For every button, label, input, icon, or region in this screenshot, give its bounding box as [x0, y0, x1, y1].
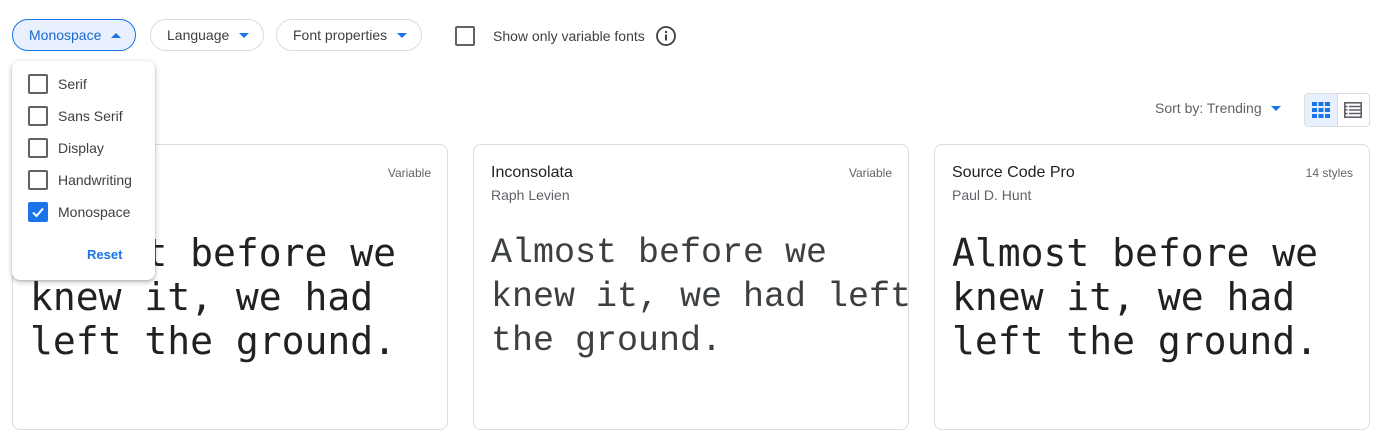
category-option-monospace[interactable]: Monospace — [28, 202, 130, 222]
language-filter-label: Language — [167, 27, 230, 43]
category-option-serif[interactable]: Serif — [28, 74, 87, 94]
chevron-down-icon — [239, 32, 250, 38]
font-author: Paul D. Hunt — [952, 187, 1032, 203]
font-card[interactable]: Inconsolata Raph Levien Variable Almost … — [473, 144, 909, 430]
category-filter-label: Monospace — [29, 27, 102, 43]
font-styles-tag: 14 styles — [1305, 166, 1353, 180]
sort-dropdown[interactable]: Sort by: Trending — [1155, 100, 1281, 116]
chevron-down-icon — [397, 32, 408, 38]
view-toggle — [1304, 93, 1370, 127]
option-label: Monospace — [58, 204, 131, 220]
font-properties-filter-label: Font properties — [293, 27, 388, 43]
checkbox[interactable] — [28, 170, 48, 190]
variable-fonts-checkbox[interactable] — [455, 26, 475, 46]
font-properties-filter-chip[interactable]: Font properties — [276, 19, 423, 51]
variable-fonts-label: Show only variable fonts — [493, 28, 645, 44]
font-author: Raph Levien — [491, 187, 570, 203]
grid-icon — [1311, 102, 1330, 118]
font-sample-text: Almost before we knew it, we had left th… — [491, 233, 909, 361]
option-label: Display — [58, 140, 104, 156]
option-label: Serif — [58, 76, 87, 92]
option-label: Handwriting — [58, 172, 132, 188]
language-filter-chip[interactable]: Language — [150, 19, 265, 51]
font-card[interactable]: Source Code Pro Paul D. Hunt 14 styles A… — [934, 144, 1370, 430]
info-icon[interactable] — [655, 25, 677, 47]
font-name: Inconsolata — [491, 164, 573, 181]
chevron-down-icon — [1270, 105, 1281, 111]
variable-fonts-toggle[interactable]: Show only variable fonts — [455, 25, 677, 47]
checkbox-checked[interactable] — [28, 202, 48, 222]
font-name: Source Code Pro — [952, 164, 1075, 181]
checkbox[interactable] — [28, 138, 48, 158]
checkbox[interactable] — [28, 74, 48, 94]
font-styles-tag: Variable — [848, 166, 892, 180]
grid-view-button[interactable] — [1305, 94, 1338, 126]
font-sample-text: Almost before we knew it, we had left th… — [952, 231, 1319, 363]
list-view-button[interactable] — [1338, 94, 1370, 126]
category-filter-chip[interactable]: Monospace — [12, 19, 137, 51]
font-styles-tag: Variable — [387, 166, 431, 180]
check-icon — [32, 207, 44, 218]
category-dropdown-menu: Serif Sans Serif Display Handwriting Mon… — [12, 61, 155, 280]
checkbox[interactable] — [28, 106, 48, 126]
chevron-up-icon — [111, 32, 122, 38]
sort-label: Sort by: Trending — [1155, 100, 1262, 116]
category-option-sans-serif[interactable]: Sans Serif — [28, 106, 123, 126]
list-icon — [1344, 102, 1363, 118]
category-option-handwriting[interactable]: Handwriting — [28, 170, 132, 190]
category-option-display[interactable]: Display — [28, 138, 104, 158]
option-label: Sans Serif — [58, 108, 123, 124]
reset-button[interactable]: Reset — [87, 247, 122, 262]
